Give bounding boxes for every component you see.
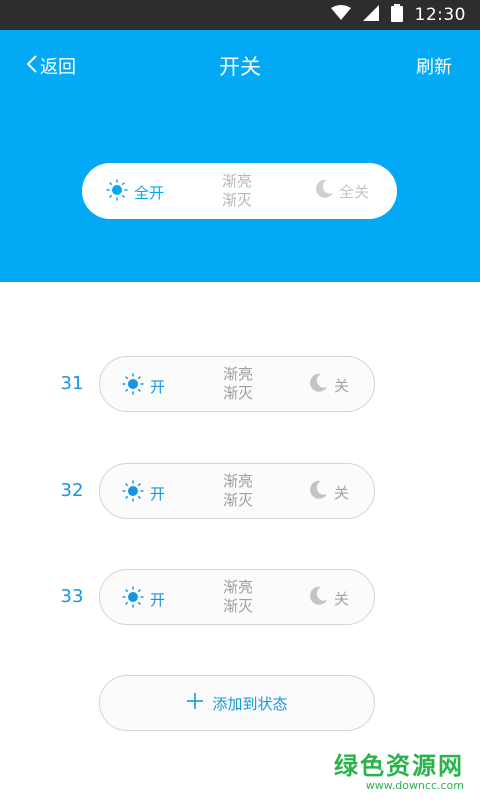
off-button[interactable]: 关 [308, 373, 349, 397]
add-to-state-label: 添加到状态 [212, 694, 288, 713]
switch-row: 开 渐亮 渐灭 关 [99, 463, 375, 519]
wifi-icon [330, 5, 351, 25]
fade-in-label: 渐亮 [221, 172, 252, 190]
fade-button[interactable]: 渐亮 渐灭 [212, 172, 262, 210]
watermark-text: 绿色资源网 [334, 752, 464, 780]
sun-icon [106, 179, 128, 205]
signal-icon [362, 5, 379, 25]
fade-out-label: 渐灭 [222, 597, 253, 615]
off-label: 关 [334, 483, 350, 502]
fade-button[interactable]: 渐亮 渐灭 [213, 365, 263, 403]
refresh-button[interactable]: 刷新 [416, 53, 452, 79]
nav-bar: 返回 开关 刷新 [0, 48, 480, 84]
off-button[interactable]: 关 [308, 480, 349, 504]
sun-icon [122, 480, 144, 506]
fade-out-label: 渐灭 [221, 191, 252, 209]
fade-in-label: 渐亮 [222, 365, 253, 383]
status-time: 12:30 [414, 5, 466, 25]
on-label: 开 [150, 377, 166, 396]
fade-button[interactable]: 渐亮 渐灭 [213, 578, 263, 616]
all-on-button[interactable]: 全开 [106, 179, 164, 205]
all-off-label: 全关 [339, 182, 370, 201]
sun-icon [122, 373, 144, 399]
master-switch: 全开 渐亮 渐灭 全关 [82, 163, 397, 219]
moon-icon [308, 373, 328, 397]
watermark: 绿色资源网 www.downcc.com [334, 746, 464, 792]
moon-icon [308, 586, 328, 610]
all-on-label: 全开 [134, 183, 165, 202]
on-label: 开 [150, 484, 166, 503]
switch-row: 开 渐亮 渐灭 关 [99, 356, 375, 412]
fade-in-label: 渐亮 [222, 578, 253, 596]
fade-in-label: 渐亮 [222, 472, 253, 490]
on-label: 开 [150, 590, 166, 609]
battery-icon [390, 4, 403, 26]
page-title: 开关 [219, 55, 261, 79]
off-label: 关 [334, 376, 350, 395]
off-button[interactable]: 关 [308, 586, 349, 610]
all-off-button[interactable]: 全关 [314, 179, 369, 203]
row-number: 32 [60, 480, 84, 501]
switch-row: 开 渐亮 渐灭 关 [99, 569, 375, 625]
sun-icon [122, 586, 144, 612]
fade-button[interactable]: 渐亮 渐灭 [213, 472, 263, 510]
row-number: 31 [60, 373, 84, 394]
moon-icon [314, 179, 334, 203]
row-number: 33 [60, 586, 84, 607]
fade-out-label: 渐灭 [222, 491, 253, 509]
on-button[interactable]: 开 [122, 480, 165, 506]
plus-icon [186, 692, 204, 714]
status-bar: 12:30 [0, 0, 480, 30]
off-label: 关 [334, 589, 350, 608]
fade-out-label: 渐灭 [222, 384, 253, 402]
header: 返回 开关 刷新 全开 渐亮 渐灭 全关 [0, 30, 480, 282]
add-to-state-button[interactable]: 添加到状态 [99, 675, 375, 731]
on-button[interactable]: 开 [122, 373, 165, 399]
moon-icon [308, 480, 328, 504]
on-button[interactable]: 开 [122, 586, 165, 612]
